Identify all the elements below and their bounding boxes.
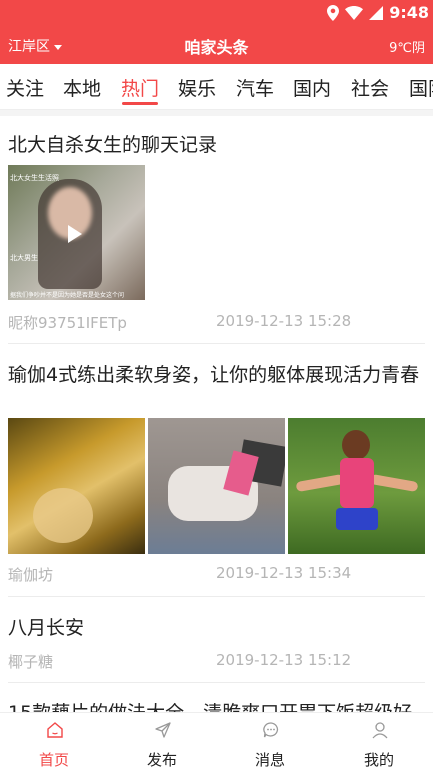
nav-messages-label: 消息: [254, 751, 285, 769]
nav-profile[interactable]: 我的: [325, 713, 433, 780]
active-tab-indicator: [122, 102, 158, 105]
image-figure: [33, 488, 93, 543]
thumb-caption: 北大女生生活照: [10, 174, 59, 182]
signal-icon: [369, 5, 384, 20]
status-bar: 9:48: [0, 0, 433, 26]
article-image[interactable]: [148, 418, 285, 554]
image-figure: [295, 473, 345, 493]
status-time: 9:48: [389, 3, 429, 22]
article-author: 椰子糖: [8, 653, 54, 671]
tab-domestic[interactable]: 国内: [293, 74, 331, 101]
user-icon: [372, 722, 388, 739]
image-figure: [369, 473, 419, 493]
message-icon: [263, 722, 279, 738]
article-image[interactable]: [8, 418, 145, 554]
tab-society[interactable]: 社会: [351, 74, 389, 101]
nav-home-label: 首页: [38, 751, 69, 769]
tabs-gap: [0, 110, 433, 116]
tab-follow[interactable]: 关注: [6, 74, 44, 101]
nav-home[interactable]: 首页: [0, 713, 108, 780]
weather-text: 9℃阴: [389, 41, 425, 56]
image-figure: [340, 458, 374, 508]
tab-entertainment[interactable]: 娱乐: [178, 74, 216, 101]
divider: [8, 682, 425, 683]
tab-international[interactable]: 国际: [409, 74, 433, 101]
article-title[interactable]: 北大自杀女生的聊天记录: [8, 134, 423, 157]
title-bar: 江岸区 咱家头条 9℃阴: [0, 26, 433, 64]
divider: [8, 596, 425, 597]
bottom-navigation: 首页 发布 消息 我的: [0, 712, 433, 780]
home-icon: [47, 722, 63, 738]
thumb-caption: 北大男生: [10, 254, 38, 262]
article-image[interactable]: [288, 418, 425, 554]
tab-local[interactable]: 本地: [63, 74, 101, 101]
article-time: 2019-12-13 15:28: [216, 312, 352, 330]
category-tabs: 关注 本地 热门 娱乐 汽车 国内 社会 国际: [0, 64, 433, 110]
article-time: 2019-12-13 15:12: [216, 651, 352, 669]
wifi-icon: [345, 5, 364, 20]
app-title: 咱家头条: [184, 38, 249, 57]
tab-auto[interactable]: 汽车: [236, 74, 274, 101]
article-title[interactable]: 瑜伽4式练出柔软身姿，让你的躯体展现活力青春: [8, 364, 423, 387]
nav-publish[interactable]: 发布: [108, 713, 216, 780]
play-icon[interactable]: [68, 225, 82, 243]
article-author: 瑜伽坊: [8, 566, 54, 584]
location-icon: [327, 4, 340, 21]
tab-hot[interactable]: 热门: [121, 74, 159, 101]
thumb-caption: 据我们争吵并不是因为她是否是处女这个问: [10, 292, 125, 299]
article-title[interactable]: 八月长安: [8, 617, 423, 640]
video-thumbnail[interactable]: 北大女生生活照 北大男生 据我们争吵并不是因为她是否是处女这个问: [8, 165, 145, 300]
nav-publish-label: 发布: [146, 751, 177, 769]
nav-messages[interactable]: 消息: [216, 713, 324, 780]
divider: [8, 343, 425, 344]
nav-profile-label: 我的: [363, 751, 394, 769]
image-figure: [342, 430, 370, 460]
article-time: 2019-12-13 15:34: [216, 564, 352, 582]
send-icon: [155, 722, 171, 738]
status-icons: 9:48: [327, 3, 429, 22]
image-figure: [336, 508, 378, 530]
article-author: 昵称93751IFETp: [8, 314, 127, 332]
